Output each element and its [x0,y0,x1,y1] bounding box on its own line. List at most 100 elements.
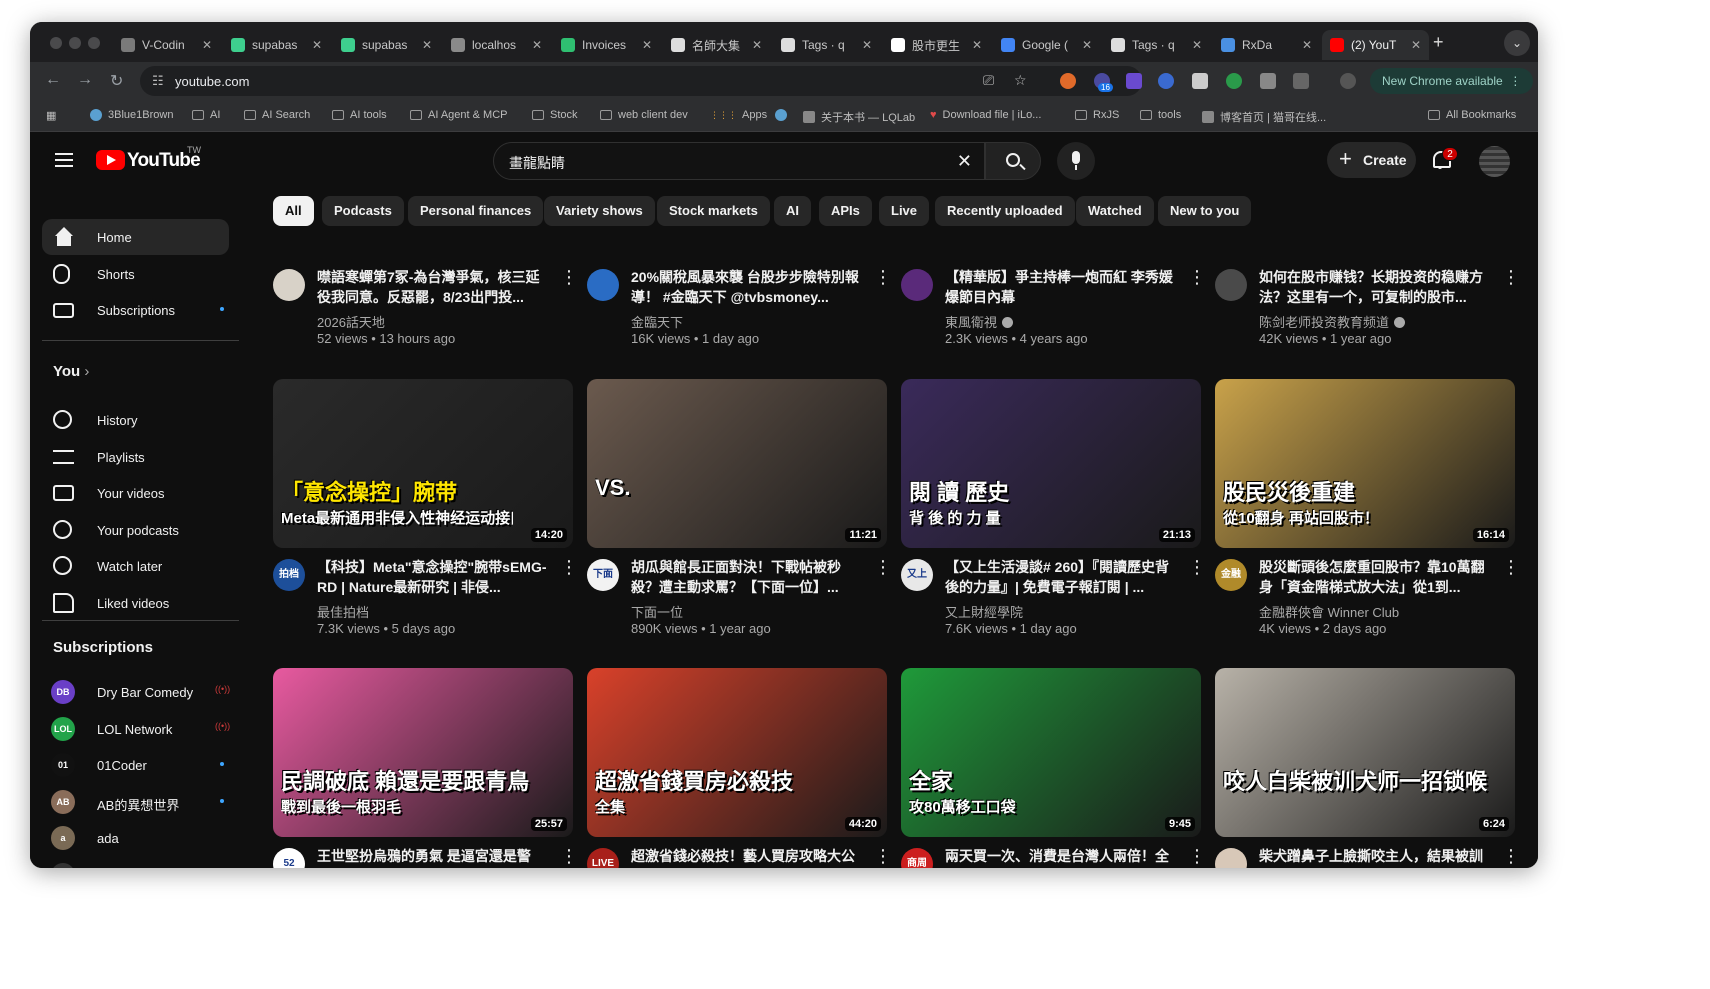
channel-avatar[interactable] [587,269,619,301]
youtube-logo-icon[interactable] [96,150,125,170]
new-chrome-available-button[interactable]: New Chrome available ⋮ [1370,68,1534,94]
extensions-puzzle-icon[interactable] [1293,73,1309,89]
channel-name[interactable]: 又上財經學院 [945,602,1023,621]
filter-chip[interactable]: New to you [1158,196,1252,226]
apps-grid-icon[interactable]: ▦ [46,109,56,122]
minimize-window-button[interactable] [69,37,81,49]
close-tab-icon[interactable]: ✕ [1302,38,1312,52]
video-title[interactable]: 兩天買一次、消費是台灣人兩倍！全家靠「一塊墊板」擄賺300億移... [945,846,1177,868]
reload-icon[interactable]: ↻ [110,71,123,91]
profile-icon[interactable] [1340,73,1356,89]
channel-avatar[interactable] [1215,269,1247,301]
sidebar-item-your-podcasts[interactable]: Your podcasts [42,512,229,548]
channel-avatar[interactable]: 又上 [901,559,933,591]
browser-tab[interactable]: RxDa ✕ [1213,30,1320,60]
more-actions-icon[interactable] [874,846,892,867]
subscription-item[interactable]: AB AB的異想世界 [42,784,229,820]
video-thumbnail[interactable]: 股民災後重建 從10翻身 再站回股市！ 16:14 [1215,379,1515,548]
close-window-button[interactable] [50,37,62,49]
video-thumbnail[interactable]: 全家 攻80萬移工口袋 9:45 [901,668,1201,837]
bookmark-item[interactable]: 3Blue1Brown [90,109,173,121]
subscription-item[interactable]: a ada [42,820,229,856]
video-title[interactable]: 股災斷頭後怎麼重回股市？靠10萬翻身「資金階梯式放大法」從1到... [1259,557,1491,597]
bookmark-item[interactable]: RxJS [1075,109,1119,121]
tab-search-button[interactable]: ⌄ [1504,30,1530,56]
filter-chip[interactable]: Podcasts [322,196,404,226]
clear-search-icon[interactable]: ✕ [957,151,972,172]
bookmark-item[interactable]: AI tools [332,109,387,121]
subscription-item[interactable]: LOL LOL Network ((•)) [42,711,230,747]
channel-avatar[interactable]: 拍档 [273,559,305,591]
browser-tab[interactable]: supabas ✕ [223,30,330,60]
extension-icon[interactable] [1226,73,1242,89]
sidebar-item-your-videos[interactable]: Your videos [42,475,229,511]
bookmark-item[interactable]: All Bookmarks [1428,109,1516,121]
channel-avatar[interactable] [1215,848,1247,868]
close-tab-icon[interactable]: ✕ [1411,38,1421,52]
bookmark-item[interactable]: ⋮⋮⋮ Apps [710,109,767,121]
filter-chip[interactable]: Variety shows [544,196,655,226]
close-tab-icon[interactable]: ✕ [532,38,542,52]
bookmark-item[interactable]: 关于本书 — LQLab [803,109,915,125]
more-actions-icon[interactable] [1188,267,1206,288]
channel-avatar[interactable]: 下面 [587,559,619,591]
channel-avatar[interactable]: 商周 [901,848,933,868]
sidebar-item-home[interactable]: Home [42,219,229,255]
close-tab-icon[interactable]: ✕ [202,38,212,52]
browser-tab[interactable]: Google (✕ [993,30,1100,60]
close-tab-icon[interactable]: ✕ [752,38,762,52]
install-app-icon[interactable]: ⎚ [983,72,994,89]
video-title[interactable]: 【又上生活漫談# 260】『閱讀歷史背後的力量』| 免費電子報訂閱 | ... [945,557,1177,597]
voice-search-button[interactable] [1057,142,1095,180]
close-tab-icon[interactable]: ✕ [972,38,982,52]
bookmark-item[interactable]: AI Agent & MCP [410,109,507,121]
video-title[interactable]: 王世堅扮烏鴉的勇氣 是逼宮還是警救？ 民調破底 賴還是要跟青鳥戰... [317,846,549,868]
browser-tab[interactable]: V-Codin ✕ [113,30,220,60]
sidebar-item-watch-later[interactable]: Watch later [42,548,229,584]
more-actions-icon[interactable] [874,557,892,578]
video-thumbnail[interactable]: 超激省錢買房必殺技 全集 44:20 [587,668,887,837]
video-title[interactable]: 【科技】Meta"意念操控"腕带sEMG-RD | Nature最新研究 | 非… [317,557,549,597]
channel-name[interactable]: 最佳拍档 [317,602,369,621]
new-tab-button[interactable]: + [1433,32,1444,53]
forward-icon[interactable]: → [77,71,93,89]
video-title[interactable]: 超激省錢必殺技！藝人買房攻略大公開？！ 11點熱吵店 20201116 (... [631,846,863,868]
browser-tab[interactable]: 名師大集 ✕ [663,30,770,60]
extension-icon[interactable] [1192,73,1208,89]
browser-tab[interactable]: supabas ✕ [333,30,440,60]
account-avatar[interactable] [1479,146,1510,177]
channel-name[interactable]: 金融群俠會 Winner Club [1259,602,1399,621]
address-bar[interactable]: ☷ youtube.com ⎚ ☆ [140,66,1142,96]
channel-name[interactable]: 2026話天地 [317,312,385,331]
bookmark-item[interactable]: AI [192,109,220,121]
more-actions-icon[interactable] [874,267,892,288]
menu-icon[interactable] [55,153,73,167]
bookmark-item[interactable]: Stock [532,109,578,121]
channel-name[interactable]: 陈剑老师投资教育频道 [1259,312,1406,331]
channel-avatar[interactable]: 金融 [1215,559,1247,591]
extension-icon[interactable] [1126,73,1142,89]
filter-chip[interactable]: Stock markets [657,196,770,226]
video-title[interactable]: 柴犬蹭鼻子上臉撕咬主人，結果被訓犬師一招鎖喉，真是太解氣了 [1259,846,1491,868]
bookmark-item[interactable]: AI Search [244,109,310,121]
channel-avatar[interactable]: 52 [273,848,305,868]
video-thumbnail[interactable]: VS. 11:21 [587,379,887,548]
close-tab-icon[interactable]: ✕ [1082,38,1092,52]
browser-tab[interactable]: Tags · q ✕ [773,30,880,60]
sidebar-item-shorts[interactable]: Shorts [42,256,229,292]
browser-tab[interactable]: (2) YouT ✕ [1322,30,1429,60]
video-thumbnail[interactable]: 民調破底 賴還是要跟青鳥 戰到最後一根羽毛 25:57 [273,668,573,837]
browser-tab[interactable]: Tags · q ✕ [1103,30,1210,60]
site-settings-icon[interactable]: ☷ [152,73,164,89]
more-actions-icon[interactable] [560,557,578,578]
video-title[interactable]: 胡瓜與館長正面對決！下戰帖被秒殺？遭主動求罵？【下面一位】... [631,557,863,597]
subscription-item[interactable]: DB Dry Bar Comedy ((•)) [42,674,230,710]
more-actions-icon[interactable] [1502,846,1520,867]
create-button[interactable]: Create [1327,141,1416,178]
channel-avatar[interactable] [273,269,305,301]
more-actions-icon[interactable] [1188,846,1206,867]
filter-chip[interactable]: Recently uploaded [935,196,1075,226]
video-thumbnail[interactable]: 咬人白柴被训犬师一招锁喉 6:24 [1215,668,1515,837]
filter-chip[interactable]: AI [774,196,811,226]
more-actions-icon[interactable] [1502,557,1520,578]
